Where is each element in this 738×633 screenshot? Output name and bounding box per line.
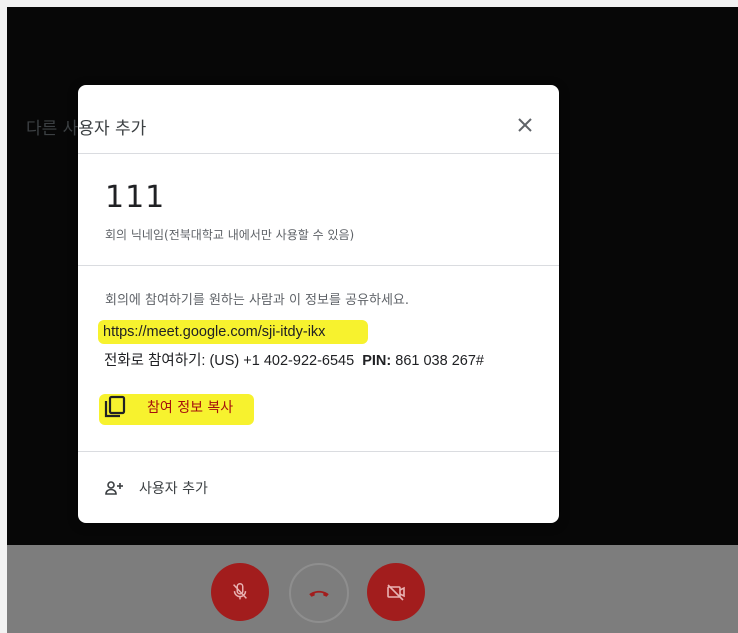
- share-instructions: 회의에 참여하기를 원하는 사람과 이 정보를 공유하세요.: [105, 293, 410, 308]
- hang-up-icon: [309, 590, 329, 597]
- meeting-name: 111: [105, 180, 166, 215]
- pin-value: 861 038 267#: [395, 353, 484, 369]
- phone-number: 전화로 참여하기: (US) +1 402-922-6545: [104, 353, 355, 369]
- pin-label: PIN:: [362, 353, 392, 369]
- meeting-subtitle: 회의 닉네임(전북대학교 내에서만 사용할 수 있음): [105, 228, 355, 242]
- close-icon: [518, 118, 532, 132]
- person-add-icon: [105, 481, 123, 495]
- hang-up-button[interactable]: [289, 563, 349, 623]
- camera-toggle-button[interactable]: [367, 563, 425, 621]
- mic-toggle-button[interactable]: [211, 563, 269, 621]
- copy-info-button[interactable]: 참여 정보 복사: [103, 394, 233, 420]
- close-button[interactable]: [512, 112, 538, 138]
- copy-info-label: 참여 정보 복사: [147, 400, 234, 416]
- dial-in-info: 전화로 참여하기: (US) +1 402-922-6545 PIN: 861 …: [104, 349, 484, 370]
- mic-off-icon: [233, 583, 247, 600]
- copy-icon: [104, 395, 126, 418]
- add-user-label: 사용자 추가: [139, 481, 208, 497]
- add-user-button[interactable]: 사용자 추가: [105, 478, 208, 498]
- title-divider: [78, 153, 559, 154]
- meeting-link[interactable]: https://meet.google.com/sji-itdy-ikx: [103, 324, 325, 340]
- dialog-title: 다른 사용자 추가: [26, 119, 147, 139]
- section-divider: [78, 265, 559, 266]
- camera-off-icon: [387, 584, 405, 601]
- footer-divider: [78, 451, 559, 452]
